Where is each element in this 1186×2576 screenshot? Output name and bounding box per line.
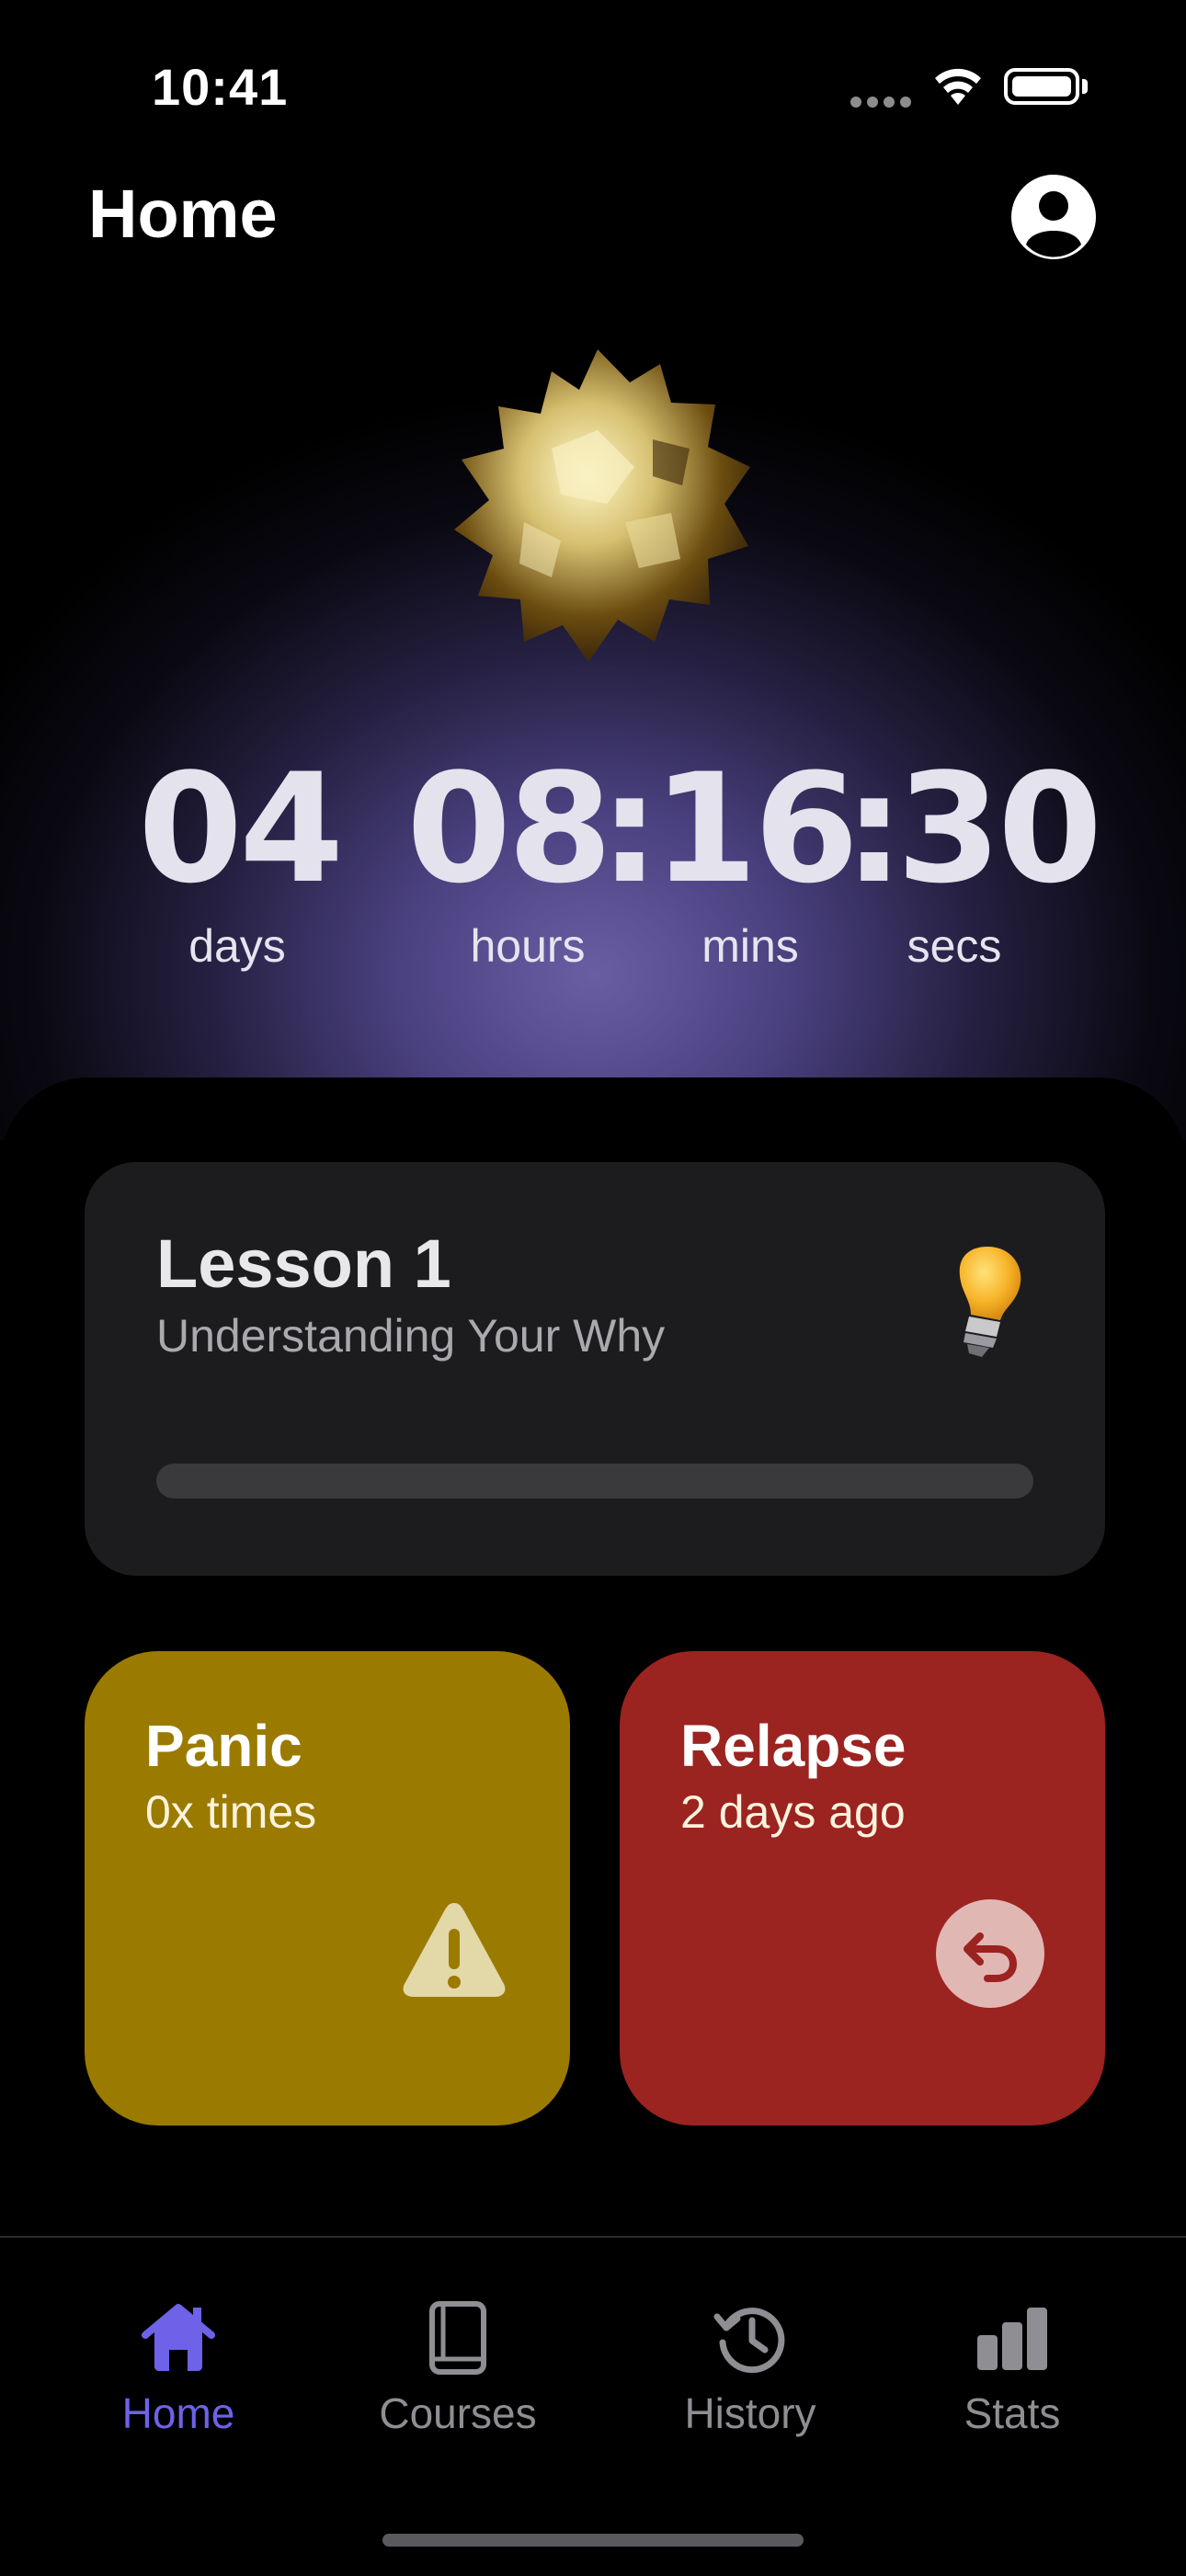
history-icon: [713, 2308, 785, 2374]
lightbulb-icon: [959, 1247, 1021, 1357]
relapse-time: 2 days ago: [680, 1786, 906, 1838]
tab-label: Home: [121, 2389, 235, 2437]
secs-label: secs: [907, 920, 1002, 972]
relapse-reset-button[interactable]: [936, 1899, 1044, 2008]
days-label: days: [188, 920, 286, 972]
cellular-signal-icon: [850, 96, 917, 112]
status-bar: 10:41: [0, 0, 1186, 175]
panic-count: 0x times: [145, 1786, 317, 1838]
tab-label: Stats: [964, 2389, 1061, 2437]
tab-bar-divider: [0, 2236, 1186, 2238]
tab-label: History: [684, 2389, 816, 2437]
streak-orb-image: [454, 349, 750, 662]
counter-separator: :: [599, 741, 660, 917]
home-indicator: [382, 2534, 804, 2547]
counter-mins: 16: [653, 741, 859, 917]
house-icon: [142, 2304, 215, 2371]
battery-icon: [1004, 68, 1079, 105]
counter-days: 04: [138, 741, 344, 917]
warning-icon: [403, 1903, 506, 1997]
counter-secs: 30: [896, 741, 1102, 917]
streak-counter: 04 08 : 16 : 30 days hours mins secs: [0, 754, 1186, 984]
hours-label: hours: [470, 920, 586, 972]
panic-title: Panic: [145, 1713, 302, 1779]
tab-label: Courses: [379, 2389, 537, 2437]
profile-icon[interactable]: [1009, 173, 1098, 261]
counter-hours: 08: [406, 741, 612, 917]
tab-home[interactable]: Home: [68, 2298, 289, 2438]
page-title: Home: [88, 176, 278, 252]
lesson-title: Lesson 1: [156, 1225, 451, 1302]
counter-separator: :: [844, 741, 905, 917]
relapse-title: Relapse: [680, 1713, 907, 1779]
dynamic-island: [406, 28, 780, 143]
bar-chart-icon: [977, 2308, 1047, 2370]
mins-label: mins: [701, 920, 799, 972]
lesson-card[interactable]: Lesson 1 Understanding Your Why: [85, 1162, 1105, 1576]
book-icon: [429, 2301, 486, 2375]
undo-icon: [964, 1932, 1018, 1982]
panic-button[interactable]: Panic 0x times: [85, 1651, 570, 2126]
tab-stats[interactable]: Stats: [902, 2298, 1123, 2438]
relapse-button[interactable]: Relapse 2 days ago: [620, 1651, 1105, 2126]
battery-cap: [1082, 79, 1088, 94]
wifi-icon: [935, 68, 981, 105]
status-time: 10:41: [152, 58, 289, 116]
tab-history[interactable]: History: [640, 2298, 861, 2438]
lesson-subtitle: Understanding Your Why: [156, 1310, 666, 1362]
tab-courses[interactable]: Courses: [348, 2298, 568, 2438]
lesson-progress-bar: [156, 1464, 1033, 1499]
